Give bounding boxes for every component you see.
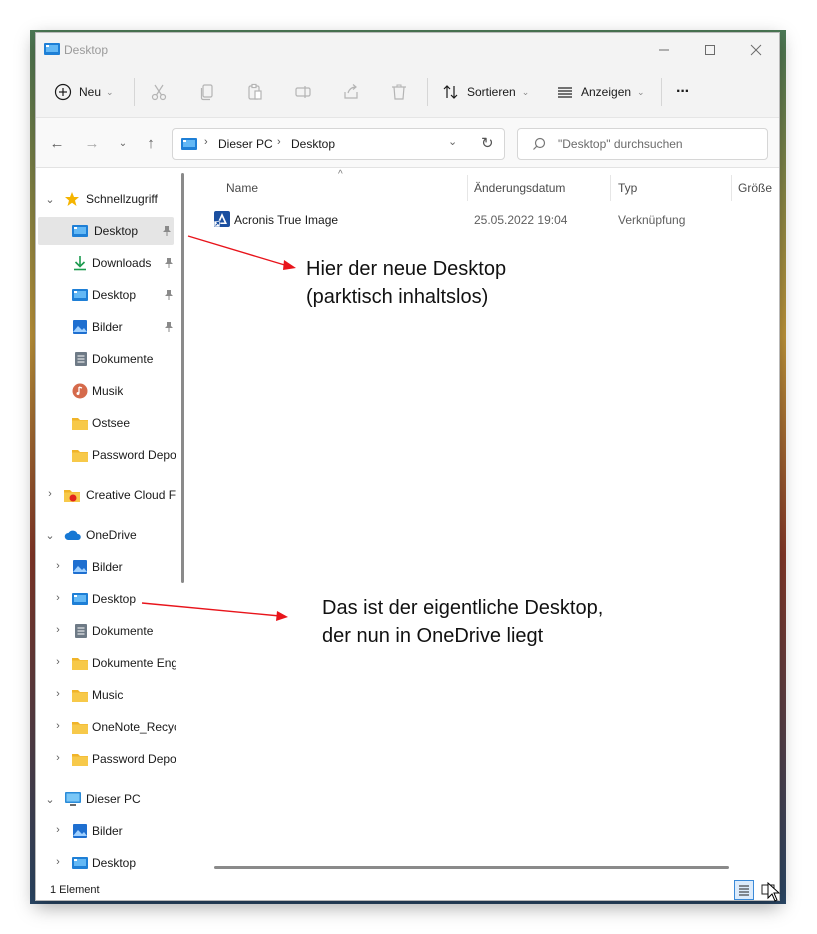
annotation-line: der nun in OneDrive liegt: [322, 625, 544, 647]
annotation-arrowhead-top: [283, 260, 296, 270]
annotation-arrow-top: [187, 235, 289, 267]
annotation-arrowhead-bottom: [276, 611, 288, 621]
annotation-text-bottom: Das ist der eigentliche Desktop, der nun…: [322, 594, 603, 650]
annotation-line: Das ist der eigentliche Desktop,: [322, 597, 604, 619]
annotation-line: Hier der neue Desktop: [306, 258, 507, 280]
annotation-arrows: [141, 235, 296, 621]
annotation-line: (parktisch inhaltslos): [306, 286, 489, 308]
annotation-arrow-bottom: [141, 602, 281, 617]
annotation-text-top: Hier der neue Desktop (parktisch inhalts…: [306, 255, 506, 311]
